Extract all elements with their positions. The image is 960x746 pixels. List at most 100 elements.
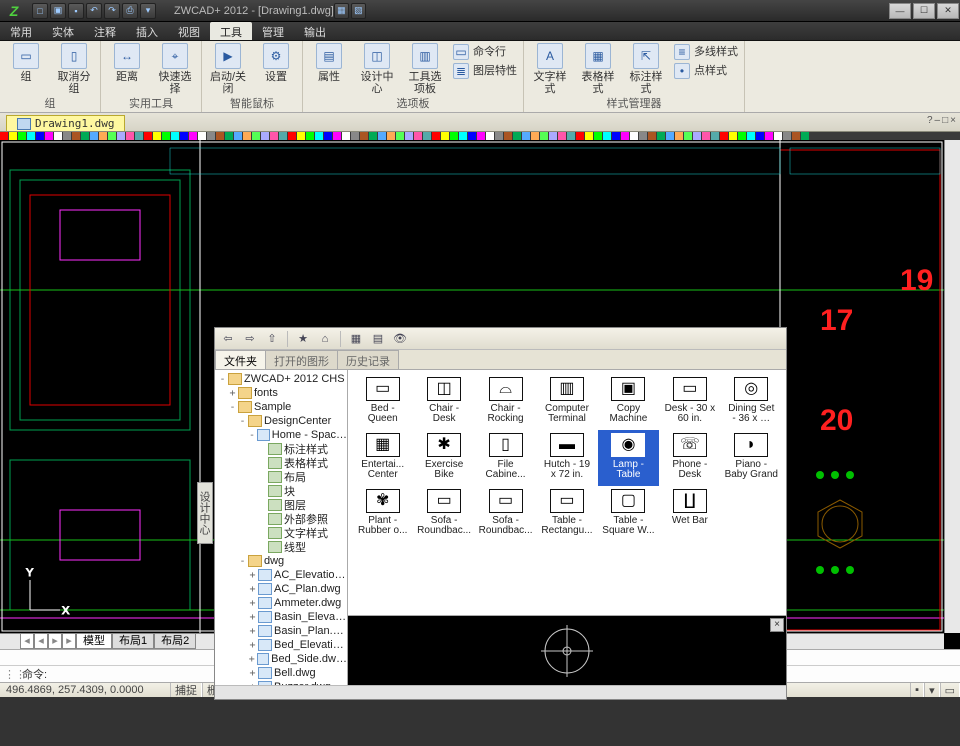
block-item[interactable]: ▢Table -Square W... xyxy=(598,486,659,542)
block-item[interactable]: ◎Dining Set- 36 x … xyxy=(721,374,782,430)
block-item[interactable]: ◉Lamp -Table xyxy=(598,430,659,486)
block-item[interactable]: ◗Piano -Baby Grand xyxy=(721,430,782,486)
tree-node[interactable]: +AC_Elevatio… xyxy=(215,568,347,582)
tree-node[interactable]: +Ammeter.dwg xyxy=(215,596,347,610)
block-item[interactable]: ▭Sofa -Roundbac... xyxy=(475,486,536,542)
folder-tree[interactable]: -ZWCAD+ 2012 CHS+fonts-Sample-DesignCent… xyxy=(215,370,348,685)
palette-toolbar-icon[interactable]: ⌂ xyxy=(316,330,334,348)
block-item[interactable]: ▯FileCabine... xyxy=(475,430,536,486)
layout-tab[interactable]: 布局2 xyxy=(154,633,196,649)
tree-node[interactable]: +Basin_Eleva… xyxy=(215,610,347,624)
status-extra-icon[interactable]: ▾ xyxy=(924,683,940,697)
ribbon-button[interactable]: ⌖快速选择 xyxy=(155,43,195,95)
ribbon-button[interactable]: ≡多线样式 xyxy=(674,43,738,61)
tree-twisty-icon[interactable]: + xyxy=(247,640,258,651)
palette-tab[interactable]: 打开的图形 xyxy=(265,350,338,369)
close-button[interactable]: ✕ xyxy=(937,3,959,19)
tree-twisty-icon[interactable]: + xyxy=(247,598,258,609)
block-item[interactable]: ∐Wet Bar xyxy=(659,486,720,542)
mdi-restore-icon[interactable]: □ xyxy=(942,115,948,126)
block-grid[interactable]: ▭Bed - Queen◫Chair -Desk⌓Chair -Rocking▥… xyxy=(348,370,786,615)
minimize-button[interactable]: — xyxy=(889,3,911,19)
layout-tab[interactable]: 布局1 xyxy=(112,633,154,649)
palette-toolbar-icon[interactable]: 👁 xyxy=(391,330,409,348)
tree-twisty-icon[interactable]: + xyxy=(227,388,238,399)
mdi-close-icon[interactable]: × xyxy=(950,115,956,126)
tree-node[interactable]: -Home - Spac… xyxy=(215,428,347,442)
ribbon-button[interactable]: ▯取消分组 xyxy=(54,43,94,95)
ribbon-button[interactable]: ↔距离 xyxy=(107,43,147,83)
palette-tab[interactable]: 文件夹 xyxy=(215,350,266,369)
tree-twisty-icon[interactable]: - xyxy=(247,430,257,441)
layout-nav-icon[interactable]: ▸ xyxy=(48,633,62,649)
status-extra-icon[interactable]: ▪ xyxy=(910,683,924,697)
ribbon-button[interactable]: ▦表格样式 xyxy=(578,43,618,95)
block-item[interactable]: ✾Plant -Rubber o... xyxy=(352,486,413,542)
palette-title-vertical[interactable]: 设计中心 xyxy=(197,482,213,544)
tree-scrollbar[interactable] xyxy=(215,685,786,699)
qat-save-icon[interactable]: ▪ xyxy=(68,3,84,19)
ribbon-button[interactable]: ≣图层特性 xyxy=(453,62,517,80)
tree-twisty-icon[interactable]: + xyxy=(247,668,258,679)
mdi-help-icon[interactable]: ? xyxy=(927,115,933,126)
tree-node[interactable]: -ZWCAD+ 2012 CHS xyxy=(215,372,347,386)
help2-icon[interactable]: ▧ xyxy=(351,3,366,19)
ribbon-tab[interactable]: 插入 xyxy=(126,22,168,40)
block-item[interactable]: ▭Bed - Queen xyxy=(352,374,413,430)
tree-twisty-icon[interactable]: + xyxy=(247,584,258,595)
tree-node[interactable]: +Bed_Elevati… xyxy=(215,638,347,652)
palette-toolbar-icon[interactable]: ★ xyxy=(294,330,312,348)
ribbon-button[interactable]: ▭命令行 xyxy=(453,43,517,61)
tree-node[interactable]: 表格样式 xyxy=(215,456,347,470)
ribbon-button[interactable]: •点样式 xyxy=(674,62,738,80)
tree-node[interactable]: +Bed_Side.dw… xyxy=(215,652,347,666)
qat-more-icon[interactable]: ▾ xyxy=(140,3,156,19)
tree-twisty-icon[interactable]: - xyxy=(237,416,248,427)
tree-twisty-icon[interactable]: + xyxy=(247,626,258,637)
tree-node[interactable]: -Sample xyxy=(215,400,347,414)
block-item[interactable]: ▭Desk - 30 x60 in. xyxy=(659,374,720,430)
ribbon-button[interactable]: ⇱标注样式 xyxy=(626,43,666,95)
block-item[interactable]: ◫Chair -Desk xyxy=(413,374,474,430)
tree-node[interactable]: 标注样式 xyxy=(215,442,347,456)
ribbon-tab[interactable]: 管理 xyxy=(252,22,294,40)
maximize-button[interactable]: ☐ xyxy=(913,3,935,19)
ribbon-button[interactable]: ▥工具选项板 xyxy=(405,43,445,95)
tree-twisty-icon[interactable]: - xyxy=(237,556,248,567)
block-item[interactable]: ▥ComputerTerminal xyxy=(536,374,597,430)
ribbon-button[interactable]: ◫设计中心 xyxy=(357,43,397,95)
status-toggle[interactable]: 捕捉 xyxy=(170,683,202,697)
block-item[interactable]: ▣CopyMachine xyxy=(598,374,659,430)
palette-toolbar-icon[interactable]: ⇦ xyxy=(219,330,237,348)
tree-node[interactable]: -DesignCenter xyxy=(215,414,347,428)
ribbon-tab[interactable]: 工具 xyxy=(210,22,252,40)
block-item[interactable]: ✱ExerciseBike xyxy=(413,430,474,486)
palette-toolbar-icon[interactable]: ▤ xyxy=(369,330,387,348)
qat-redo-icon[interactable]: ↷ xyxy=(104,3,120,19)
block-item[interactable]: ▭Table -Rectangu... xyxy=(536,486,597,542)
ribbon-tab[interactable]: 输出 xyxy=(294,22,336,40)
qat-new-icon[interactable]: □ xyxy=(32,3,48,19)
tree-node[interactable]: 布局 xyxy=(215,470,347,484)
block-item[interactable]: ⌓Chair -Rocking xyxy=(475,374,536,430)
document-tab[interactable]: Drawing1.dwg xyxy=(6,115,125,131)
tree-twisty-icon[interactable]: + xyxy=(247,570,258,581)
help-icon[interactable]: ▦ xyxy=(334,3,349,19)
ribbon-button[interactable]: A文字样式 xyxy=(530,43,570,95)
ribbon-tab[interactable]: 视图 xyxy=(168,22,210,40)
palette-toolbar-icon[interactable]: ▦ xyxy=(347,330,365,348)
block-item[interactable]: ☏Phone -Desk xyxy=(659,430,720,486)
tree-node[interactable]: 外部参照 xyxy=(215,512,347,526)
tree-node[interactable]: 块 xyxy=(215,484,347,498)
palette-toolbar-icon[interactable]: ⇨ xyxy=(241,330,259,348)
tree-twisty-icon[interactable]: + xyxy=(247,654,257,665)
qat-print-icon[interactable]: ⎙ xyxy=(122,3,138,19)
tree-node[interactable]: +Bell.dwg xyxy=(215,666,347,680)
tree-node[interactable]: -dwg xyxy=(215,554,347,568)
tree-node[interactable]: 图层 xyxy=(215,498,347,512)
ribbon-tab[interactable]: 注释 xyxy=(84,22,126,40)
qat-open-icon[interactable]: ▣ xyxy=(50,3,66,19)
ribbon-button[interactable]: ▤属性 xyxy=(309,43,349,83)
layout-nav-icon[interactable]: ◂ xyxy=(20,633,34,649)
layout-nav-icon[interactable]: ◂ xyxy=(34,633,48,649)
